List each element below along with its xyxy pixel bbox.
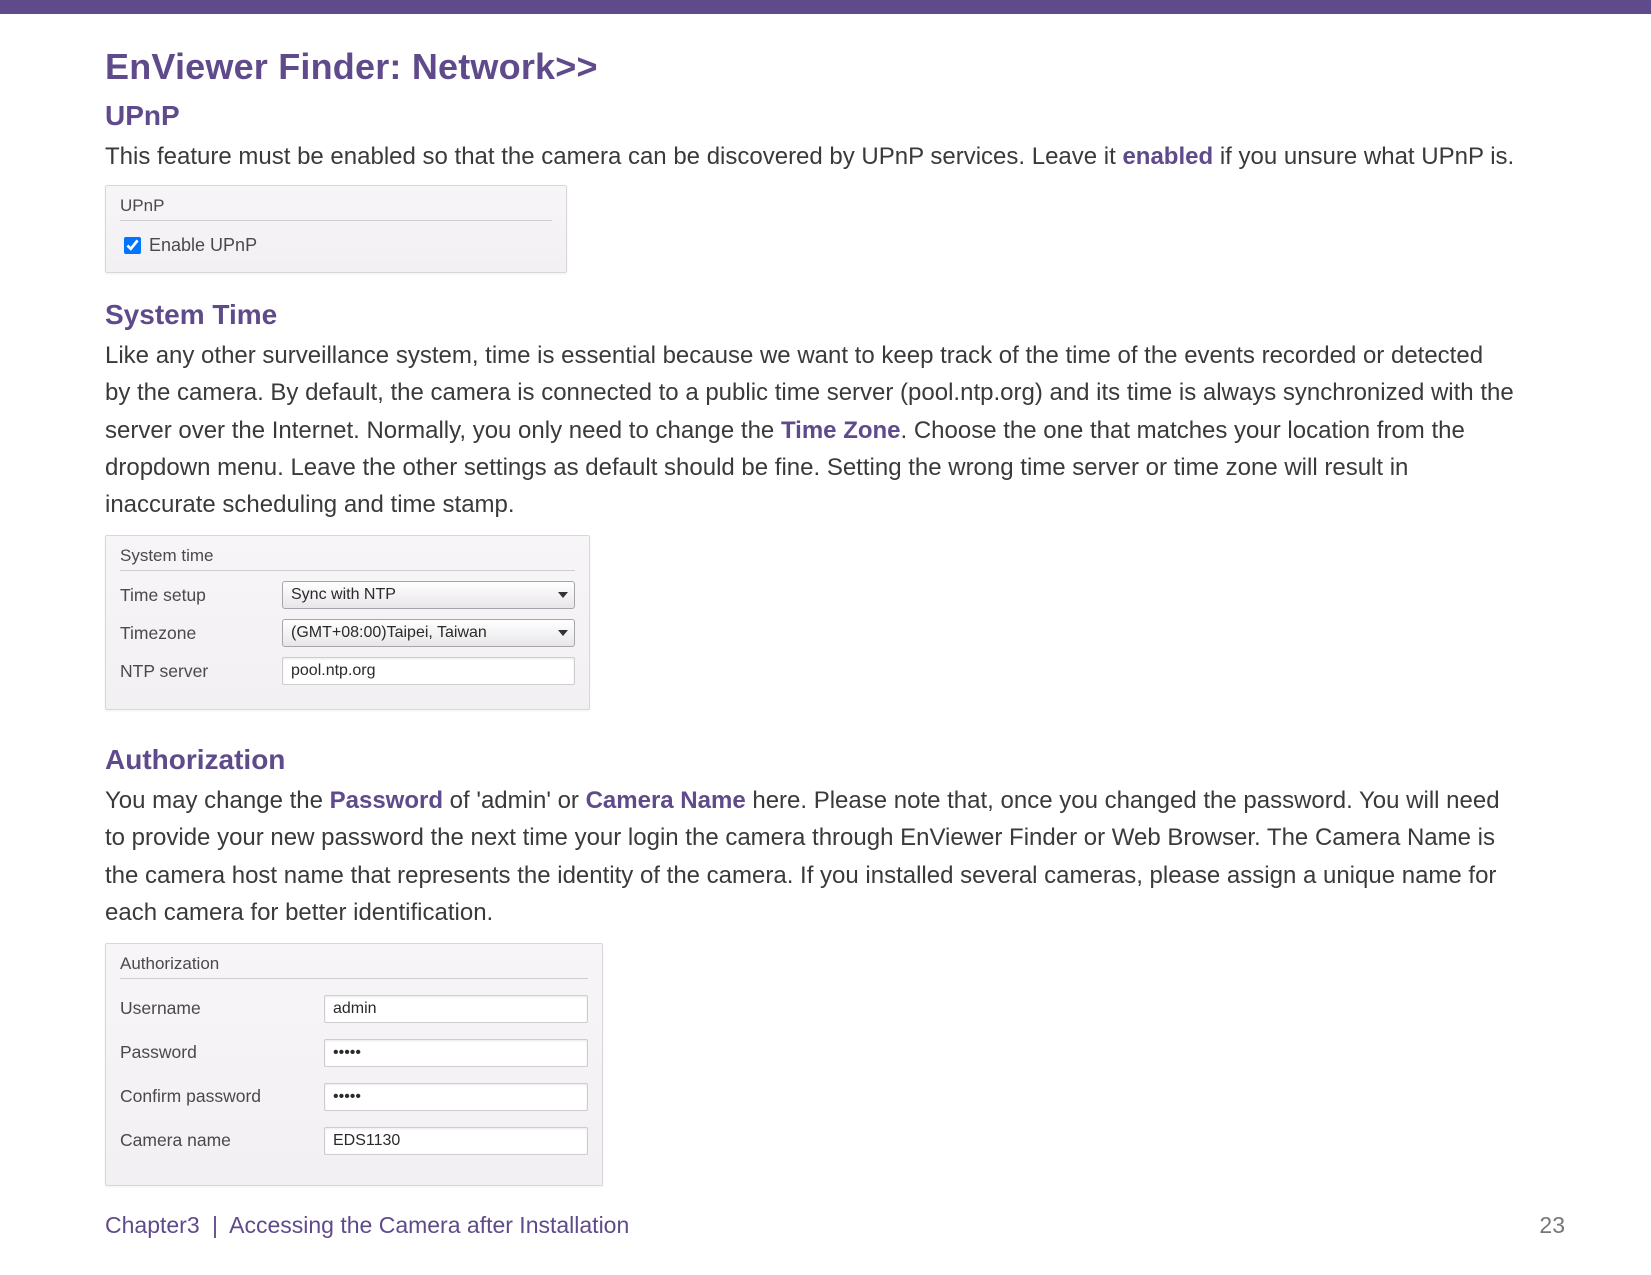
upnp-heading: UPnP — [105, 100, 1515, 132]
page-content: EnViewer Finder: Network>> UPnP This fea… — [105, 46, 1515, 1186]
auth-heading: Authorization — [105, 744, 1515, 776]
timezone-row: Timezone (GMT+08:00)Taipei, Taiwan — [120, 619, 575, 647]
password-input[interactable] — [324, 1039, 588, 1067]
time-setup-row: Time setup Sync with NTP — [120, 581, 575, 609]
password-label: Password — [120, 1042, 320, 1063]
confirm-password-input[interactable] — [324, 1083, 588, 1111]
username-label: Username — [120, 998, 320, 1019]
auth-body-part-2: of 'admin' or — [443, 787, 586, 814]
camera-name-label: Camera name — [120, 1130, 320, 1151]
password-row: Password — [120, 1039, 588, 1067]
confirm-password-label: Confirm password — [120, 1086, 320, 1107]
footer-chapter: Chapter3 — [105, 1212, 200, 1238]
chevron-down-icon — [558, 630, 568, 636]
top-accent-bar — [0, 0, 1651, 14]
timezone-dropdown[interactable]: (GMT+08:00)Taipei, Taiwan — [282, 619, 575, 647]
upnp-body-part-0: This feature must be enabled so that the… — [105, 143, 1122, 170]
footer-divider: | — [212, 1212, 218, 1238]
footer-left: Chapter3 | Accessing the Camera after In… — [105, 1212, 629, 1239]
time-setup-dropdown[interactable]: Sync with NTP — [282, 581, 575, 609]
camera-name-input[interactable] — [324, 1127, 588, 1155]
username-row: Username — [120, 995, 588, 1023]
time-setup-label: Time setup — [120, 585, 278, 606]
systime-body: Like any other surveillance system, time… — [105, 337, 1515, 523]
chevron-down-icon — [558, 592, 568, 598]
footer-title: Accessing the Camera after Installation — [229, 1212, 629, 1238]
camera-name-row: Camera name — [120, 1127, 588, 1155]
page-footer: Chapter3 | Accessing the Camera after In… — [105, 1212, 1565, 1239]
upnp-body-keyword: enabled — [1122, 143, 1213, 170]
systime-body-keyword: Time Zone — [781, 417, 901, 444]
timezone-value: (GMT+08:00)Taipei, Taiwan — [291, 624, 487, 642]
upnp-panel-legend: UPnP — [120, 196, 552, 221]
ntp-server-row: NTP server — [120, 657, 575, 685]
auth-body-keyword-1: Password — [330, 787, 443, 814]
upnp-body-part-2: if you unsure what UPnP is. — [1213, 143, 1514, 170]
auth-body: You may change the Password of 'admin' o… — [105, 782, 1515, 931]
systime-panel: System time Time setup Sync with NTP Tim… — [105, 535, 590, 710]
confirm-password-row: Confirm password — [120, 1083, 588, 1111]
upnp-panel: UPnP Enable UPnP — [105, 185, 567, 273]
enable-upnp-label: Enable UPnP — [149, 235, 257, 256]
ntp-server-input[interactable] — [282, 657, 575, 685]
ntp-server-label: NTP server — [120, 661, 278, 682]
auth-body-keyword-2: Camera Name — [586, 787, 746, 814]
upnp-body: This feature must be enabled so that the… — [105, 138, 1515, 175]
username-input[interactable] — [324, 995, 588, 1023]
auth-body-part-0: You may change the — [105, 787, 330, 814]
time-setup-value: Sync with NTP — [291, 586, 396, 604]
footer-page-number: 23 — [1539, 1212, 1565, 1239]
systime-panel-legend: System time — [120, 546, 575, 571]
timezone-label: Timezone — [120, 623, 278, 644]
auth-panel: Authorization Username Password Confirm … — [105, 943, 603, 1186]
enable-upnp-checkbox[interactable] — [124, 237, 141, 254]
page-title: EnViewer Finder: Network>> — [105, 46, 1515, 88]
upnp-checkbox-row: Enable UPnP — [120, 229, 552, 258]
systime-heading: System Time — [105, 299, 1515, 331]
auth-panel-legend: Authorization — [120, 954, 588, 979]
